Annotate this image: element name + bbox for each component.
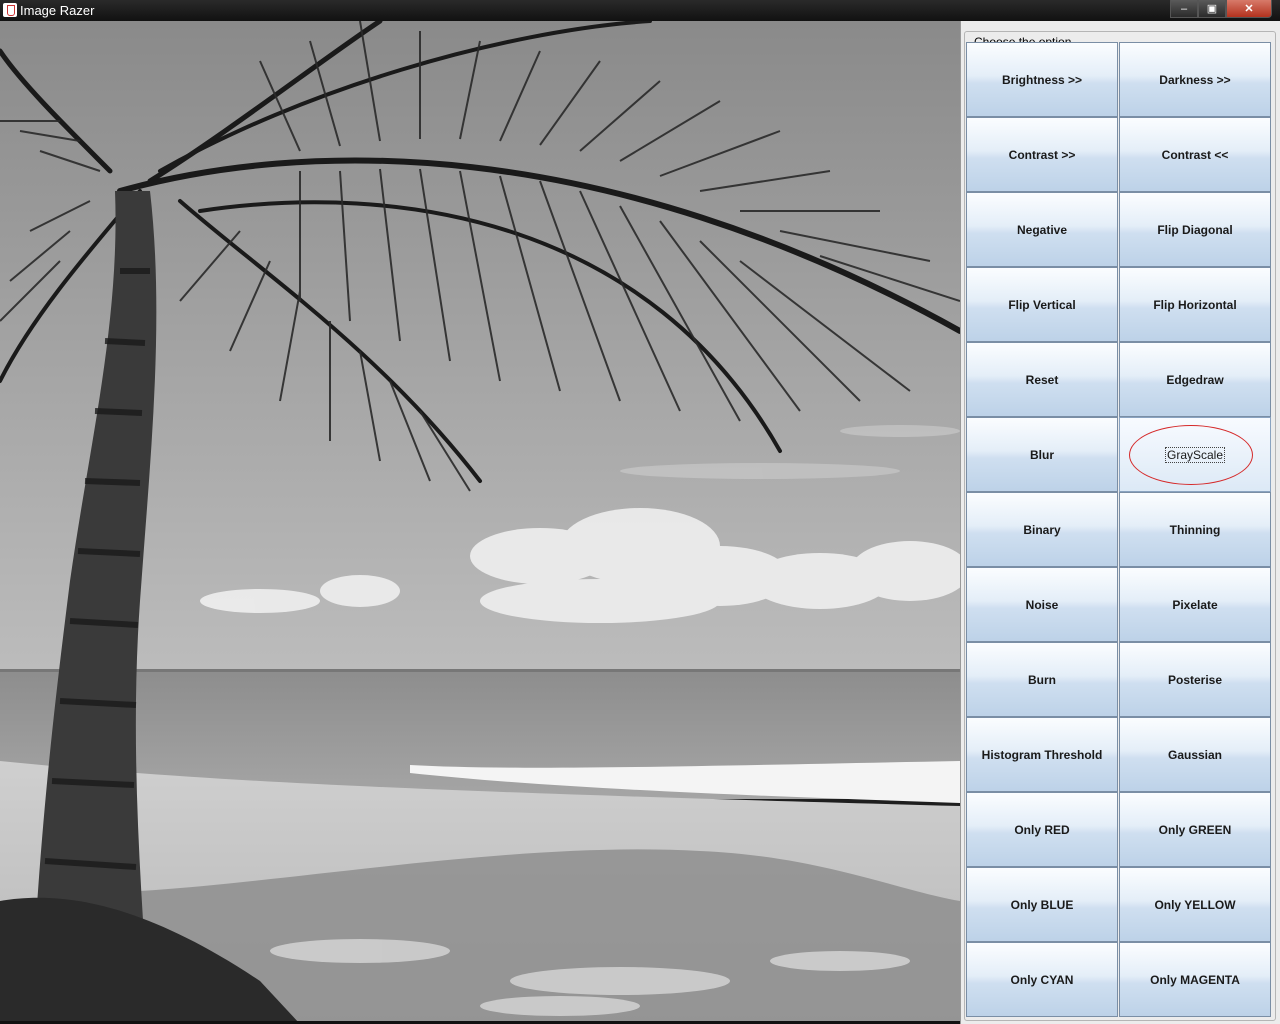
- pixelate-button[interactable]: Pixelate: [1119, 567, 1271, 642]
- negative-button[interactable]: Negative: [966, 192, 1118, 267]
- window-title: Image Razer: [20, 3, 95, 18]
- flip-diagonal-button[interactable]: Flip Diagonal: [1119, 192, 1271, 267]
- contrast-decrease-button[interactable]: Contrast <<: [1119, 117, 1271, 192]
- histogram-threshold-button[interactable]: Histogram Threshold: [966, 717, 1118, 792]
- highlight-annotation: [1129, 425, 1253, 485]
- title-bar: Image Razer – ▣ ✕: [0, 0, 1280, 21]
- edgedraw-button[interactable]: Edgedraw: [1119, 342, 1271, 417]
- image-viewer: [0, 21, 960, 1024]
- flip-vertical-button[interactable]: Flip Vertical: [966, 267, 1118, 342]
- only-yellow-button[interactable]: Only YELLOW: [1119, 867, 1271, 942]
- blur-button[interactable]: Blur: [966, 417, 1118, 492]
- only-green-button[interactable]: Only GREEN: [1119, 792, 1271, 867]
- options-button-grid: Brightness >> Darkness >> Contrast >> Co…: [966, 42, 1272, 1017]
- java-app-icon: [3, 3, 17, 17]
- close-button[interactable]: ✕: [1226, 0, 1272, 18]
- only-red-button[interactable]: Only RED: [966, 792, 1118, 867]
- only-blue-button[interactable]: Only BLUE: [966, 867, 1118, 942]
- contrast-increase-button[interactable]: Contrast >>: [966, 117, 1118, 192]
- flip-horizontal-button[interactable]: Flip Horizontal: [1119, 267, 1271, 342]
- posterise-button[interactable]: Posterise: [1119, 642, 1271, 717]
- only-magenta-button[interactable]: Only MAGENTA: [1119, 942, 1271, 1017]
- brightness-increase-button[interactable]: Brightness >>: [966, 42, 1118, 117]
- minimize-button[interactable]: –: [1170, 0, 1198, 18]
- grayscale-button[interactable]: GrayScale: [1119, 417, 1271, 492]
- beach-image: [0, 21, 960, 1024]
- maximize-button[interactable]: ▣: [1198, 0, 1226, 18]
- burn-button[interactable]: Burn: [966, 642, 1118, 717]
- reset-button[interactable]: Reset: [966, 342, 1118, 417]
- only-cyan-button[interactable]: Only CYAN: [966, 942, 1118, 1017]
- options-panel: Choose the option Brightness >> Darkness…: [960, 21, 1280, 1024]
- window-controls: – ▣ ✕: [1170, 0, 1272, 18]
- noise-button[interactable]: Noise: [966, 567, 1118, 642]
- gaussian-button[interactable]: Gaussian: [1119, 717, 1271, 792]
- binary-button[interactable]: Binary: [966, 492, 1118, 567]
- darkness-increase-button[interactable]: Darkness >>: [1119, 42, 1271, 117]
- thinning-button[interactable]: Thinning: [1119, 492, 1271, 567]
